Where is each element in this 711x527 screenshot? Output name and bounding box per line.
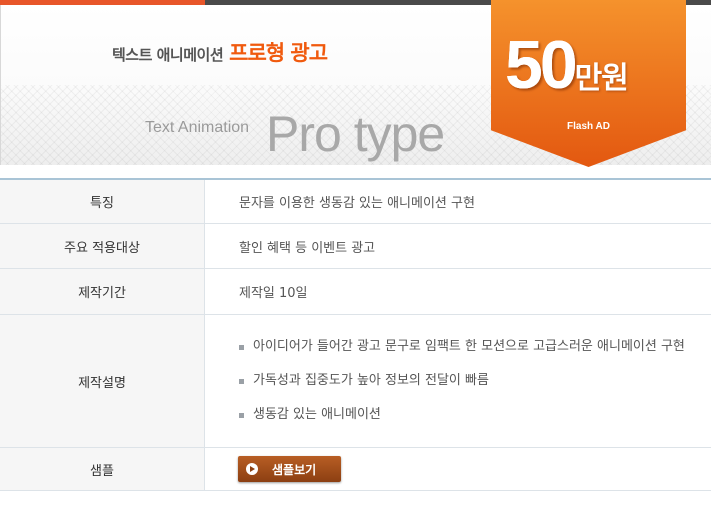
tagline-small: 텍스트 애니메이션 <box>112 46 224 64</box>
table-row: 제작기간 제작일 10일 <box>0 269 711 315</box>
row-value: 샘플보기 <box>205 448 711 490</box>
row-value: 문자를 이용한 생동감 있는 애니메이션 구현 <box>239 196 475 211</box>
table-row: 특징 문자를 이용한 생동감 있는 애니메이션 구현 <box>0 180 711 224</box>
description-list: 아이디어가 들어간 광고 문구로 임팩트 한 모션으로 고급스러운 애니메이션 … <box>239 330 685 432</box>
product-spec-table: 특징 문자를 이용한 생동감 있는 애니메이션 구현 주요 적용대상 할인 혜택… <box>0 178 711 491</box>
table-row: 제작설명 아이디어가 들어간 광고 문구로 임팩트 한 모션으로 고급스러운 애… <box>0 315 711 448</box>
price-note: Flash AD <box>567 121 610 132</box>
row-value: 제작일 10일 <box>239 286 308 301</box>
row-value: 아이디어가 들어간 광고 문구로 임팩트 한 모션으로 고급스러운 애니메이션 … <box>205 315 711 447</box>
play-icon <box>246 463 258 475</box>
list-item: 생동감 있는 애니메이션 <box>239 398 685 432</box>
row-label: 제작기간 <box>0 269 205 314</box>
list-item: 아이디어가 들어간 광고 문구로 임팩트 한 모션으로 고급스러운 애니메이션 … <box>239 330 685 364</box>
english-subtitle: Text Animation <box>145 119 250 136</box>
banner-tagline: 텍스트 애니메이션 프로형 광고 <box>112 37 328 67</box>
row-value: 할인 혜택 등 이벤트 광고 <box>239 240 376 256</box>
price-label: 50만원 <box>505 26 629 104</box>
view-sample-button[interactable]: 샘플보기 <box>238 456 341 482</box>
english-title: Pro type <box>266 106 445 162</box>
list-item: 가독성과 집중도가 높아 정보의 전달이 빠름 <box>239 364 685 398</box>
row-label: 샘플 <box>0 448 205 490</box>
table-row: 주요 적용대상 할인 혜택 등 이벤트 광고 <box>0 224 711 269</box>
row-label: 특징 <box>0 180 205 223</box>
tagline-big: 프로형 광고 <box>229 41 328 65</box>
table-row: 샘플 샘플보기 <box>0 448 711 491</box>
view-sample-label: 샘플보기 <box>272 462 317 477</box>
price-unit: 만원 <box>574 61 629 96</box>
price-ribbon: 50만원 Flash AD <box>491 0 686 167</box>
price-number: 50 <box>505 27 578 103</box>
row-label: 제작설명 <box>0 315 205 447</box>
row-label: 주요 적용대상 <box>0 224 205 268</box>
banner-border <box>0 5 1 165</box>
